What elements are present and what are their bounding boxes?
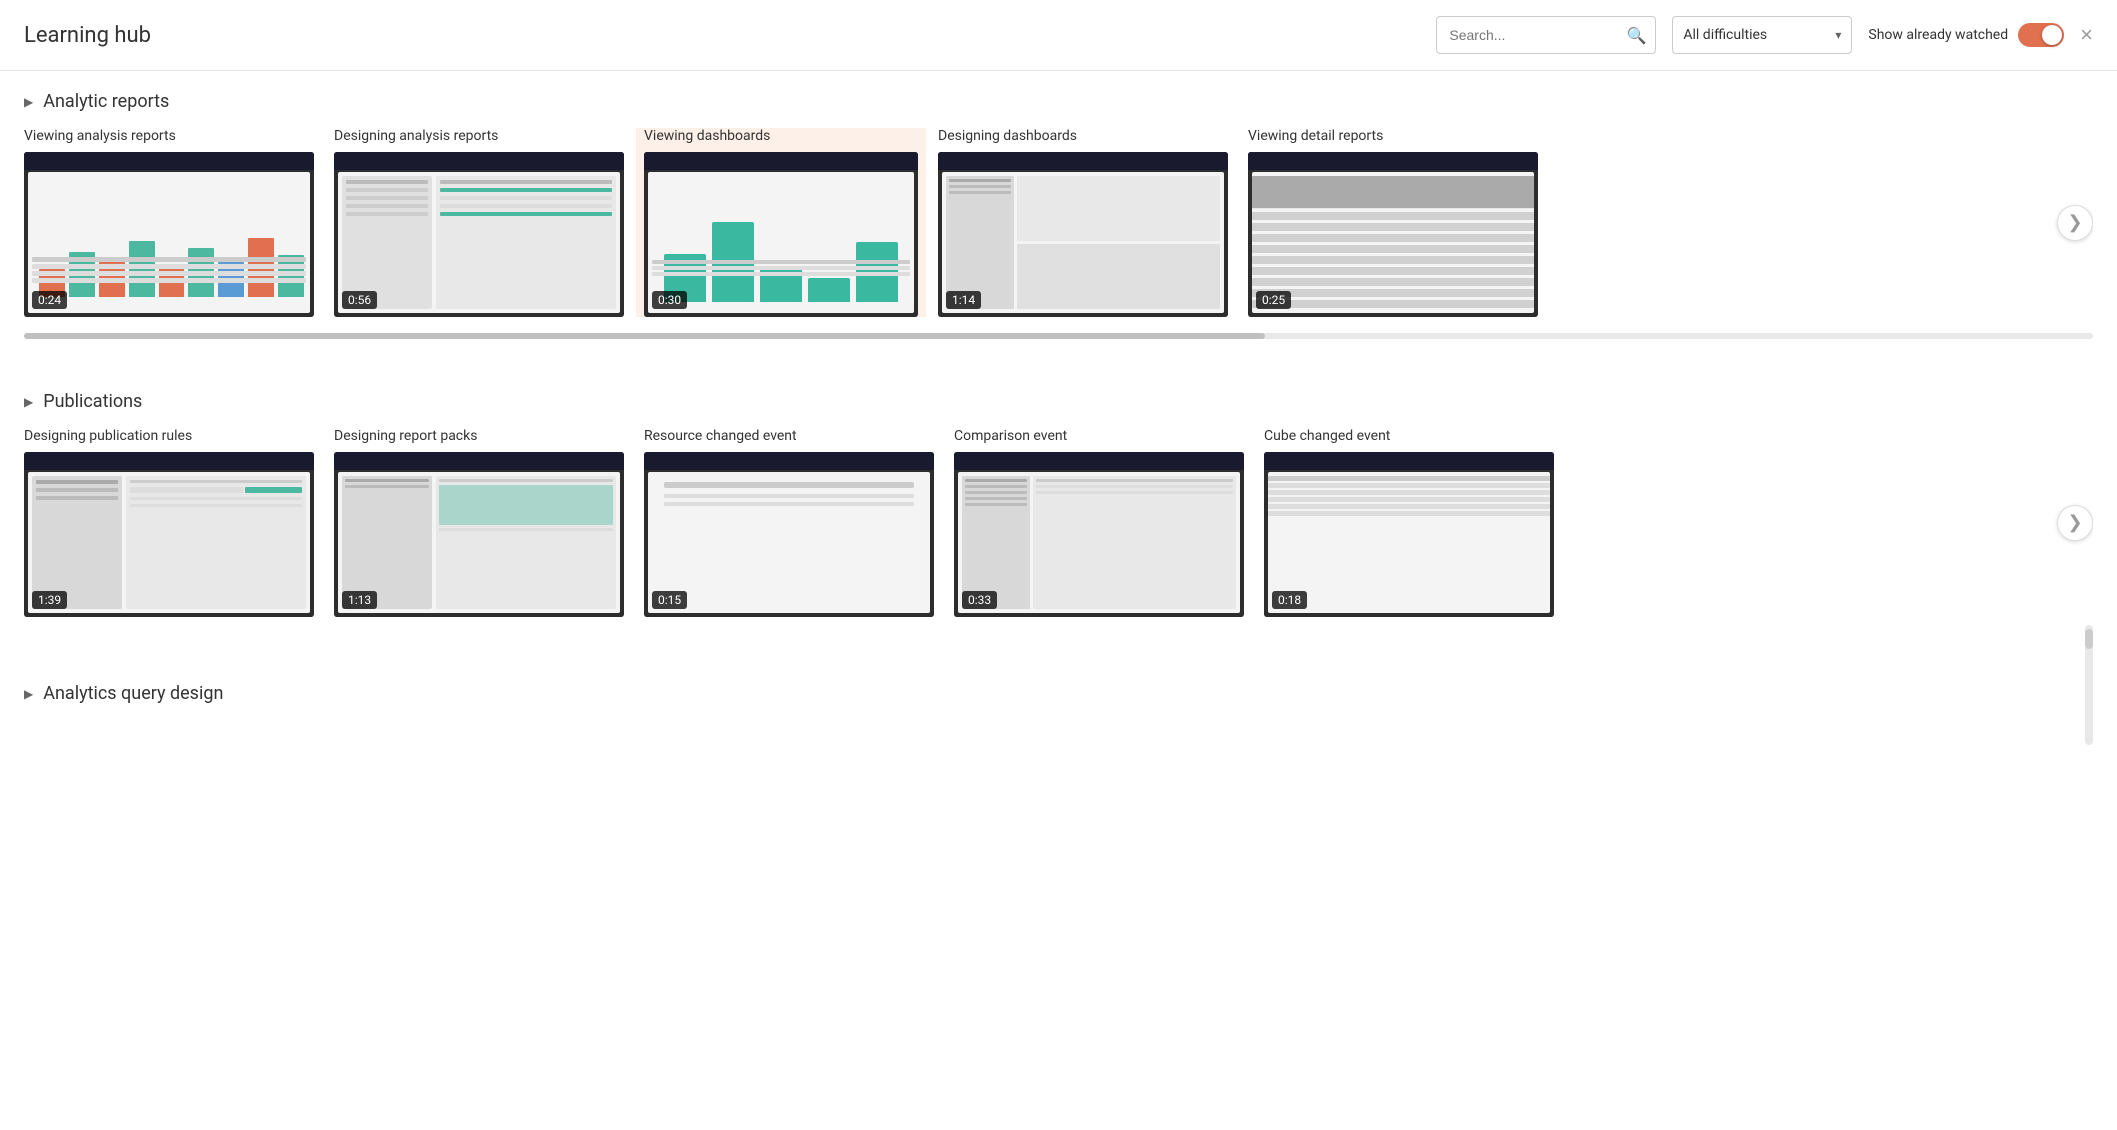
watched-toggle-container: Show already watched <box>1868 23 2064 47</box>
thumbnail-cube-changed: 0:18 <box>1264 452 1554 617</box>
section-analytic-reports: ▶ Analytic reports Viewing analysis repo… <box>24 71 2093 339</box>
difficulty-label: All difficulties <box>1683 27 1767 43</box>
thumbnail-publication-rules: 1:39 <box>24 452 314 617</box>
card-resource-changed[interactable]: Resource changed event 0:15 <box>644 428 934 617</box>
card-title-designing-analysis: Designing analysis reports <box>334 128 624 144</box>
analytic-scrollbar-thumb <box>24 333 1265 339</box>
thumbnail-comparison-event: 0:33 <box>954 452 1244 617</box>
analytic-scrollbar-track[interactable] <box>24 333 2093 339</box>
card-title-report-packs: Designing report packs <box>334 428 624 444</box>
cards-row-publications: Designing publication rules <box>24 428 2093 617</box>
thumbnail-designing-dashboards: 1:14 <box>938 152 1228 317</box>
duration-viewing-dashboards: 0:30 <box>652 291 687 309</box>
header-controls: 🔍 All difficulties ▾ Show already watche… <box>1436 16 2093 54</box>
thumbnail-designing-analysis: 0:56 <box>334 152 624 317</box>
duration-viewing-analysis: 0:24 <box>32 291 67 309</box>
thumbnail-viewing-analysis: 0:24 <box>24 152 314 317</box>
thumbnail-viewing-dashboards: 0:30 <box>644 152 918 317</box>
difficulty-dropdown[interactable]: All difficulties ▾ <box>1672 16 1852 54</box>
card-publication-rules[interactable]: Designing publication rules <box>24 428 314 617</box>
section-arrow-publications: ▶ <box>24 395 33 409</box>
thumbnail-resource-changed: 0:15 <box>644 452 934 617</box>
card-title-viewing-detail: Viewing detail reports <box>1248 128 1538 144</box>
thumbnail-viewing-detail: 0:25 <box>1248 152 1538 317</box>
card-report-packs[interactable]: Designing report packs <box>334 428 624 617</box>
duration-comparison-event: 0:33 <box>962 591 997 609</box>
card-viewing-detail[interactable]: Viewing detail reports <box>1248 128 1538 317</box>
section-header-analytic-reports[interactable]: ▶ Analytic reports <box>24 71 2093 128</box>
cards-row-analytic: Viewing analysis reports <box>24 128 2093 317</box>
section-title-publications: Publications <box>43 391 142 412</box>
section-header-publications[interactable]: ▶ Publications <box>24 371 2093 428</box>
section-title-analytics-query: Analytics query design <box>43 683 223 704</box>
card-title-publication-rules: Designing publication rules <box>24 428 314 444</box>
duration-cube-changed: 0:18 <box>1272 591 1307 609</box>
card-title-viewing-dashboards: Viewing dashboards <box>644 128 918 144</box>
search-container: 🔍 <box>1436 16 1656 54</box>
duration-viewing-detail: 0:25 <box>1256 291 1291 309</box>
window-title: Learning hub <box>24 23 151 48</box>
card-comparison-event[interactable]: Comparison event <box>954 428 1244 617</box>
card-title-viewing-analysis: Viewing analysis reports <box>24 128 314 144</box>
card-designing-analysis[interactable]: Designing analysis reports <box>334 128 624 317</box>
duration-designing-analysis: 0:56 <box>342 291 377 309</box>
chevron-down-icon: ▾ <box>1835 28 1841 42</box>
thumbnail-report-packs: 1:13 <box>334 452 624 617</box>
card-title-cube-changed: Cube changed event <box>1264 428 1554 444</box>
section-publications: ▶ Publications Designing publication rul… <box>24 371 2093 631</box>
card-title-comparison-event: Comparison event <box>954 428 1244 444</box>
analytic-next-arrow[interactable]: ❯ <box>2057 205 2093 241</box>
section-arrow-analytics-query: ▶ <box>24 687 33 701</box>
section-title-analytic: Analytic reports <box>43 91 169 112</box>
card-title-designing-dashboards: Designing dashboards <box>938 128 1228 144</box>
close-button[interactable]: × <box>2080 24 2093 46</box>
main-content: ▶ Analytic reports Viewing analysis repo… <box>0 71 2117 776</box>
section-header-analytics-query[interactable]: ▶ Analytics query design <box>24 663 2093 720</box>
card-title-resource-changed: Resource changed event <box>644 428 934 444</box>
section-analytics-query: ▶ Analytics query design <box>24 663 2093 720</box>
watched-label: Show already watched <box>1868 27 2008 43</box>
card-designing-dashboards[interactable]: Designing dashboards <box>938 128 1228 317</box>
search-input[interactable] <box>1436 16 1656 54</box>
duration-publication-rules: 1:39 <box>32 591 67 609</box>
duration-report-packs: 1:13 <box>342 591 377 609</box>
card-viewing-analysis[interactable]: Viewing analysis reports <box>24 128 314 317</box>
duration-resource-changed: 0:15 <box>652 591 687 609</box>
card-cube-changed[interactable]: Cube changed event <box>1264 428 1554 617</box>
card-viewing-dashboards[interactable]: Viewing dashboards <box>636 128 926 317</box>
header: Learning hub 🔍 All difficulties ▾ Show a… <box>0 0 2117 71</box>
duration-designing-dashboards: 1:14 <box>946 291 981 309</box>
publications-next-arrow[interactable]: ❯ <box>2057 505 2093 541</box>
section-arrow-analytic: ▶ <box>24 95 33 109</box>
watched-toggle-switch[interactable] <box>2018 23 2064 47</box>
